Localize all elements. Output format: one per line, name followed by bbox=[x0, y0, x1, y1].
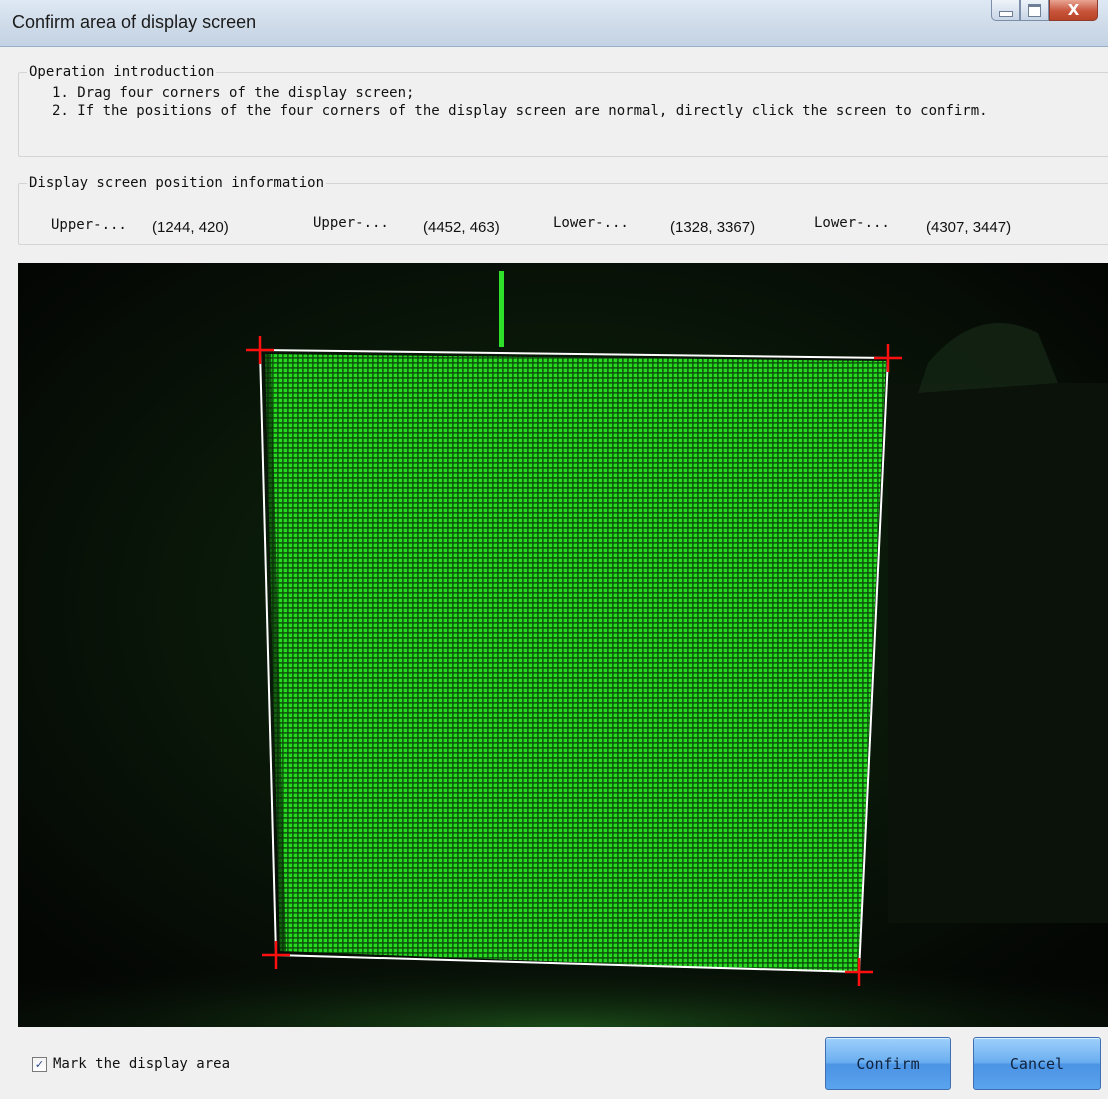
maximize-button[interactable] bbox=[1020, 0, 1049, 21]
minimize-button[interactable] bbox=[991, 0, 1020, 21]
upper-left-value: (1244, 420) bbox=[152, 219, 229, 236]
window-title: Confirm area of display screen bbox=[12, 12, 257, 32]
operation-introduction-group: Operation introduction 1. Drag four corn… bbox=[18, 64, 1108, 157]
close-icon: X bbox=[1067, 1, 1080, 19]
corner-coordinates: Upper-... (1244, 420) Upper-... (4452, 4… bbox=[19, 215, 1108, 245]
background-object bbox=[888, 383, 1108, 923]
lower-right-label: Lower-... bbox=[814, 215, 890, 231]
lower-left-label: Lower-... bbox=[553, 215, 629, 231]
operation-introduction-legend: Operation introduction bbox=[29, 64, 215, 80]
position-information-legend: Display screen position information bbox=[29, 175, 325, 191]
close-button[interactable]: X bbox=[1049, 0, 1098, 21]
step-1: 1. Drag four corners of the display scre… bbox=[52, 85, 415, 101]
cancel-button[interactable]: Cancel bbox=[973, 1037, 1101, 1090]
upper-left-label: Upper-... bbox=[51, 217, 127, 233]
led-display-screen bbox=[265, 354, 886, 973]
lower-right-value: (4307, 3447) bbox=[926, 219, 1012, 236]
screen-photo-canvas[interactable] bbox=[18, 263, 1108, 1027]
operation-steps: 1. Drag four corners of the display scre… bbox=[52, 84, 1108, 120]
confirm-button[interactable]: Confirm bbox=[825, 1037, 951, 1090]
title-bar: Confirm area of display screen X bbox=[0, 0, 1108, 47]
window-controls: X bbox=[991, 0, 1098, 28]
mark-display-area-checkbox[interactable]: ✓ bbox=[32, 1056, 47, 1072]
step-2: 2. If the positions of the four corners … bbox=[52, 103, 988, 119]
light-strip bbox=[499, 271, 504, 347]
lower-left-value: (1328, 3367) bbox=[670, 219, 756, 236]
upper-right-label: Upper-... bbox=[313, 215, 389, 231]
mark-display-area-label: Mark the display area bbox=[53, 1056, 231, 1072]
mark-display-area-option[interactable]: ✓ Mark the display area bbox=[32, 1056, 230, 1072]
maximize-icon bbox=[1028, 3, 1041, 17]
screen-photo bbox=[18, 263, 1108, 1027]
position-information-group: Display screen position information Uppe… bbox=[18, 175, 1108, 245]
minimize-icon bbox=[998, 11, 1013, 17]
upper-right-value: (4452, 463) bbox=[423, 219, 500, 236]
